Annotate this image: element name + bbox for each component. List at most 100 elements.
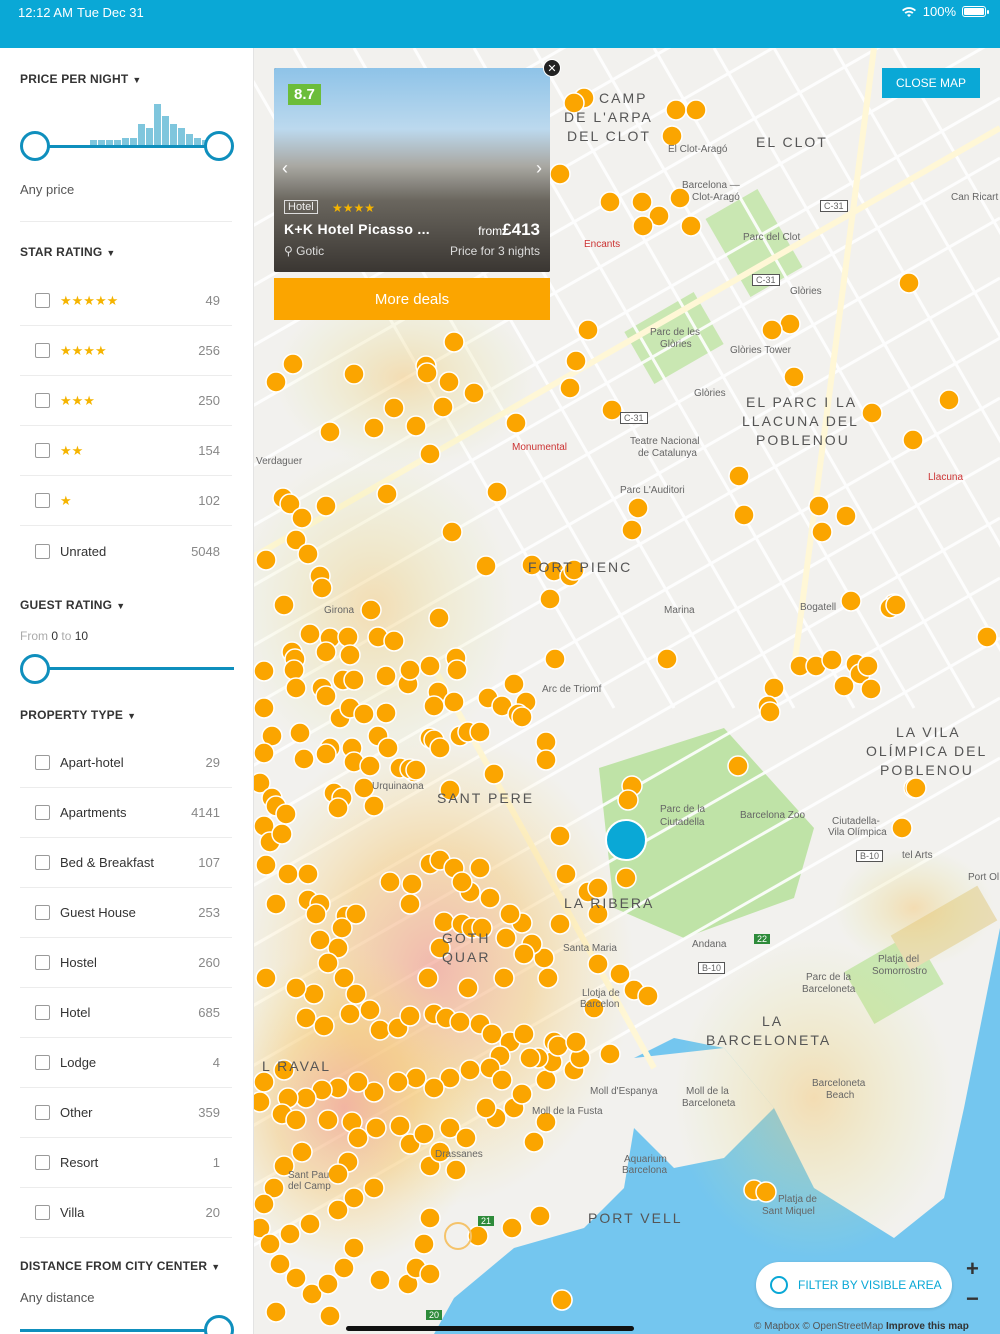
to-label: to	[61, 629, 72, 643]
hotel-stars: ★★★★	[332, 201, 376, 215]
map-label: Bogatell	[800, 602, 837, 613]
map-label: Barceloneta	[812, 1078, 866, 1089]
checkbox[interactable]	[35, 543, 50, 559]
guest-rating-header[interactable]: GUEST RATING ▼	[20, 598, 125, 612]
map-label: Glòries	[660, 339, 692, 350]
chevron-down-icon: ▼	[116, 601, 126, 611]
star-rating-4[interactable]: ★★★★ 256	[20, 326, 232, 376]
hotel-card[interactable]: 8.7 ‹ › Hotel ★★★★ K+K Hotel Picasso ...…	[274, 68, 550, 272]
count: 359	[198, 1105, 220, 1120]
map-label: DE L'ARPA	[564, 109, 653, 125]
checkbox[interactable]	[35, 755, 50, 770]
checkbox[interactable]	[35, 805, 50, 820]
star-rating-header[interactable]: STAR RATING ▼	[20, 245, 116, 259]
map-label: LA	[762, 1013, 784, 1029]
property-type-apartments[interactable]: Apartments 4141	[20, 788, 232, 838]
distance-slider-track[interactable]	[20, 1329, 220, 1332]
map-attribution[interactable]: © Mapbox © OpenStreetMap Improve this ma…	[754, 1321, 969, 1332]
checkbox[interactable]	[35, 1055, 50, 1070]
hotel-price: from£413	[478, 220, 540, 240]
guest-rating-slider-handle[interactable]	[20, 654, 50, 684]
guest-rating-slider-track[interactable]	[35, 667, 234, 670]
filter-visible-area-button[interactable]: FILTER BY VISIBLE AREA	[756, 1262, 952, 1308]
property-type-guest-house[interactable]: Guest House 253	[20, 888, 232, 938]
map-label: Glòries	[790, 286, 822, 297]
checkbox[interactable]	[35, 343, 50, 358]
star-rating-title: STAR RATING	[20, 245, 103, 259]
checkbox[interactable]	[35, 1205, 50, 1220]
checkbox[interactable]	[35, 855, 50, 870]
star-rating-unrated[interactable]: Unrated 5048	[20, 526, 232, 576]
distance-slider-handle[interactable]	[204, 1315, 234, 1334]
map-label: Urquinaona	[372, 781, 424, 792]
location-label: Gotic	[296, 244, 325, 258]
property-type-bed-breakfast[interactable]: Bed & Breakfast 107	[20, 838, 232, 888]
map-label: Somorrostro	[872, 966, 928, 977]
property-type-villa[interactable]: Villa 20	[20, 1188, 232, 1238]
price-slider-max-handle[interactable]	[204, 131, 234, 161]
price-value: Any price	[20, 182, 75, 197]
map-label: Sant Pau	[288, 1170, 330, 1181]
option-label: Lodge	[60, 1055, 97, 1070]
star-rating-1[interactable]: ★ 102	[20, 476, 232, 526]
price-slider-min-handle[interactable]	[20, 131, 50, 161]
checkbox[interactable]	[35, 1005, 50, 1020]
price-histogram	[90, 104, 220, 146]
property-type-hostel[interactable]: Hostel 260	[20, 938, 232, 988]
star-rating-5[interactable]: ★★★★★ 49	[20, 276, 232, 326]
map-label: Vila Olímpica	[828, 827, 887, 838]
more-deals-button[interactable]: More deals	[274, 278, 550, 320]
pin-icon: ⚲	[284, 244, 293, 258]
price-slider-track[interactable]	[35, 145, 220, 148]
map-label: Parc del Clot	[743, 232, 801, 243]
chevron-left-icon[interactable]: ‹	[282, 158, 288, 179]
distance-header[interactable]: DISTANCE FROM CITY CENTER ▼	[20, 1259, 220, 1273]
checkbox[interactable]	[35, 1105, 50, 1120]
map-label: GOTH	[442, 930, 491, 946]
zoom-out-button[interactable]: −	[966, 1286, 979, 1312]
star-rating-3[interactable]: ★★★ 250	[20, 376, 232, 426]
checkbox[interactable]	[35, 905, 50, 920]
property-type-apart-hotel[interactable]: Apart-hotel 29	[20, 738, 232, 788]
hotel-name: K+K Hotel Picasso ...	[284, 221, 430, 237]
checkbox[interactable]	[35, 393, 50, 408]
price-filter-header[interactable]: PRICE PER NIGHT ▼	[20, 72, 141, 86]
checkbox[interactable]	[35, 293, 50, 308]
star-rating-2[interactable]: ★★ 154	[20, 426, 232, 476]
map-label: PORT VELL	[588, 1210, 683, 1226]
count: 29	[205, 755, 220, 770]
map-label: tel Arts	[902, 850, 933, 861]
map-label: Port Ol	[968, 872, 1000, 883]
map-label: Encants	[584, 239, 621, 250]
option-label: Apartments	[60, 805, 127, 820]
close-map-button[interactable]: CLOSE MAP	[882, 68, 980, 98]
chevron-down-icon: ▼	[132, 75, 142, 85]
improve-map-link[interactable]: Improve this map	[886, 1321, 969, 1332]
checkbox[interactable]	[35, 443, 50, 458]
chevron-right-icon[interactable]: ›	[536, 158, 542, 179]
road-badge: C-31	[752, 274, 780, 286]
close-card-icon[interactable]: ✕	[543, 59, 561, 77]
zoom-in-button[interactable]: +	[966, 1256, 979, 1282]
checkbox[interactable]	[35, 493, 50, 508]
status-time: 12:12 AM	[18, 5, 73, 20]
property-type-lodge[interactable]: Lodge 4	[20, 1038, 232, 1088]
property-type-header[interactable]: PROPERTY TYPE ▼	[20, 708, 136, 722]
option-label: Hotel	[60, 1005, 91, 1020]
map-label: Glòries Tower	[730, 345, 791, 356]
checkbox[interactable]	[35, 1155, 50, 1170]
star-icons: ★★★★	[60, 342, 107, 358]
property-type-other[interactable]: Other 359	[20, 1088, 232, 1138]
price-filter-title: PRICE PER NIGHT	[20, 72, 129, 86]
guest-rating-range: From 0 to 10	[20, 629, 88, 643]
attribution-text: © Mapbox © OpenStreetMap	[754, 1321, 884, 1332]
property-type-resort[interactable]: Resort 1	[20, 1138, 232, 1188]
chevron-down-icon: ▼	[106, 248, 116, 258]
checkbox[interactable]	[35, 955, 50, 970]
map-view[interactable]: CAMP DE L'ARPA DEL CLOT EL CLOT Parc del…	[254, 48, 1000, 1334]
road-badge: 22	[754, 934, 771, 944]
map-label: Arc de Triomf	[542, 684, 602, 695]
property-type-hotel[interactable]: Hotel 685	[20, 988, 232, 1038]
map-label: QUAR	[442, 949, 491, 965]
map-label: Andana	[692, 939, 727, 950]
